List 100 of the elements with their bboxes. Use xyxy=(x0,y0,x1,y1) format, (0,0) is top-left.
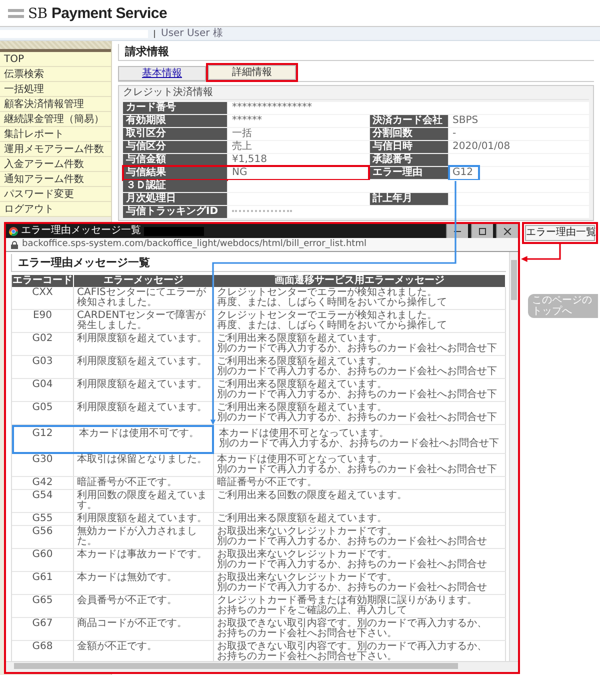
field-label: エラー理由 xyxy=(370,167,448,179)
field-label: 与信金額 xyxy=(123,154,227,166)
close-icon xyxy=(504,228,511,234)
field-value: **************** xyxy=(228,102,589,114)
minimize-icon xyxy=(454,230,461,232)
table-cell: 再度、または、しばらく時間をおいてから操作して xyxy=(217,321,447,331)
tab[interactable]: 基本情報 xyxy=(118,66,206,81)
table-cell: 利用回数の限度を超えています。 xyxy=(74,490,214,513)
table-cell: クレジットセンターでエラーが検知されました。 xyxy=(217,311,437,321)
table-cell: G60 xyxy=(12,549,74,572)
maximize-button[interactable] xyxy=(471,224,493,238)
table-cell: CARDENTセンターで障害が発生しました。 xyxy=(74,310,214,333)
sidebar-item[interactable]: 伝票検索 xyxy=(0,67,111,82)
page-url: backoffice.sps-system.com/backoffice_light/webdocs/html/bill_error_list.html xyxy=(22,239,366,250)
table-cell: 本カードは使用不可となっています。 xyxy=(219,429,389,439)
table-cell: 利用限度額を超えています。 xyxy=(74,513,214,526)
table-cell: G56 xyxy=(12,526,74,549)
table-cell: G30 xyxy=(12,454,74,477)
table-cell: ご利用出来る限度額を超えています。 xyxy=(217,357,387,367)
table-cell: ご利用出来る回数の限度を超えています。 xyxy=(217,491,407,501)
page-title: 請求情報 xyxy=(118,44,594,61)
field-label: 取引区分 xyxy=(123,128,227,140)
table-cell: 別のカードで再入力するか、お持ちのカード会社へお問合せ下 xyxy=(219,439,499,449)
field-value: NG xyxy=(228,167,368,179)
sidebar-item[interactable]: 継続課金管理（簡易） xyxy=(0,112,111,127)
sidebar-item[interactable]: ログアウト xyxy=(0,202,111,217)
field-label: 分割回数 xyxy=(370,128,448,140)
field-label: ３Ｄ認証 xyxy=(123,180,227,192)
table-cell: 商品コードが不正です。 xyxy=(74,618,214,641)
window-title: エラー理由メッセージ一覧 xyxy=(21,225,141,237)
table-cell: 暗証番号が不正です。 xyxy=(217,478,317,488)
address-bar[interactable]: backoffice.sps-system.com/backoffice_light/webdocs/html/bill_error_list.html xyxy=(6,238,518,252)
error-list-button[interactable]: エラー理由一覧 xyxy=(525,225,595,241)
table-cell: お取扱出来ないクレジットカードです。 xyxy=(217,550,397,560)
column-header: エラーコード xyxy=(12,275,74,287)
table-cell: ご利用出来る限度額を超えています。 xyxy=(217,334,387,344)
table-cell: E90 xyxy=(12,310,74,333)
sidebar-item[interactable]: 顧客決済情報管理 xyxy=(0,97,111,112)
field-label: 与信日時 xyxy=(370,141,448,153)
browser-logo-icon xyxy=(9,226,18,236)
field-value: G12 xyxy=(448,167,589,179)
sidebar-item[interactable]: 集計レポート xyxy=(0,127,111,142)
field-label: 決済カード会社 xyxy=(370,115,448,127)
table-cell: G55 xyxy=(12,513,74,526)
logo-text: SB Payment Service xyxy=(28,4,168,22)
field-value: 一括 xyxy=(228,128,368,140)
field-label: カード番号 xyxy=(123,102,227,114)
user-name: User User 様 xyxy=(161,28,223,40)
table-cell: 利用限度額を超えています。 xyxy=(74,356,214,379)
table-cell: 利用限度額を超えています。 xyxy=(74,333,214,356)
table-cell: お取扱出来ないクレジットカードです。 xyxy=(217,527,397,537)
table-cell-text: お取扱できない取引内容です。別のカードで再入力するか、お持ちのカード会社へお問合せ下さい。 xyxy=(217,642,488,661)
field-label: 計上年月 xyxy=(370,193,448,205)
field-label: 有効期限 xyxy=(123,115,227,127)
horizontal-scrollbar[interactable] xyxy=(6,661,518,672)
table-cell: 無効カードが入力されました。 xyxy=(74,526,214,549)
field-value: SBPS xyxy=(448,115,589,127)
logo-mark-icon xyxy=(8,8,24,18)
sidebar-item[interactable]: TOP xyxy=(0,52,111,67)
list-heading: エラー理由メッセージ一覧 xyxy=(11,254,506,272)
table-cell: 別のカードで再入力するか、お持ちのカード会社へお問合せ下 xyxy=(217,367,497,377)
tab[interactable]: 詳細情報 xyxy=(208,65,296,80)
table-cell: G02 xyxy=(12,333,74,356)
vertical-scrollbar[interactable] xyxy=(509,252,518,661)
redaction-block xyxy=(144,226,204,236)
table-cell: クレジットセンターでエラーが検知されました。 xyxy=(217,288,437,298)
sidebar-item[interactable]: 入金アラーム件数 xyxy=(0,157,111,172)
sidebar-item[interactable]: 一括処理 xyxy=(0,82,111,97)
table-cell: G03 xyxy=(12,356,74,379)
column-header: 画面遷移サービス用エラーメッセージ xyxy=(214,275,506,287)
table-cell: クレジットカード番号または有効期限に誤りがあります。 xyxy=(217,596,477,606)
table-cell: 本取引は保留となりました。 xyxy=(74,454,214,477)
table-cell: 別のカードで再入力するか、お持ちのカード会社へお問合せ下 xyxy=(217,465,497,475)
table-cell: G67 xyxy=(12,618,74,641)
table-cell: ご利用出来る限度額を超えています。 xyxy=(217,514,387,524)
table-cell: 暗証番号が不正です。 xyxy=(74,477,214,490)
table-cell: 別のカードで再入力するか、お持ちのカード会社へお問合せ下 xyxy=(217,413,497,423)
lock-icon xyxy=(11,240,18,248)
close-button[interactable] xyxy=(496,224,518,238)
field-value: ****** xyxy=(228,115,368,127)
table-cell: G42 xyxy=(12,477,74,490)
table-cell: G61 xyxy=(12,572,74,595)
table-cell: 利用限度額を超えています。 xyxy=(74,402,214,425)
table-cell: 本カードは事故カードです。 xyxy=(74,549,214,572)
table-cell: 利用限度額を超えています。 xyxy=(74,379,214,402)
field-value: - xyxy=(448,128,589,140)
section-title: クレジット決済情報 xyxy=(123,86,589,100)
table-cell: 別のカードで再入力するか、お持ちのカード会社へお問合せ xyxy=(217,560,487,570)
field-label: 与信区分 xyxy=(123,141,227,153)
table-cell: 本カードは使用不可となっています。 xyxy=(217,455,387,465)
sidebar-item[interactable]: パスワード変更 xyxy=(0,187,111,202)
table-cell: G05 xyxy=(12,402,74,425)
table-cell: G65 xyxy=(12,595,74,618)
table-cell: G04 xyxy=(12,379,74,402)
table-cell: CAFISセンターにてエラーが検知されました。 xyxy=(74,287,214,310)
sidebar-item[interactable]: 通知アラーム件数 xyxy=(0,172,111,187)
field-value: ¥1,518 xyxy=(228,154,368,166)
field-value: 売上 xyxy=(228,141,368,153)
field-label: 与信トラッキングID xyxy=(123,206,227,218)
sidebar-item[interactable]: 運用メモアラーム件数 xyxy=(0,142,111,157)
